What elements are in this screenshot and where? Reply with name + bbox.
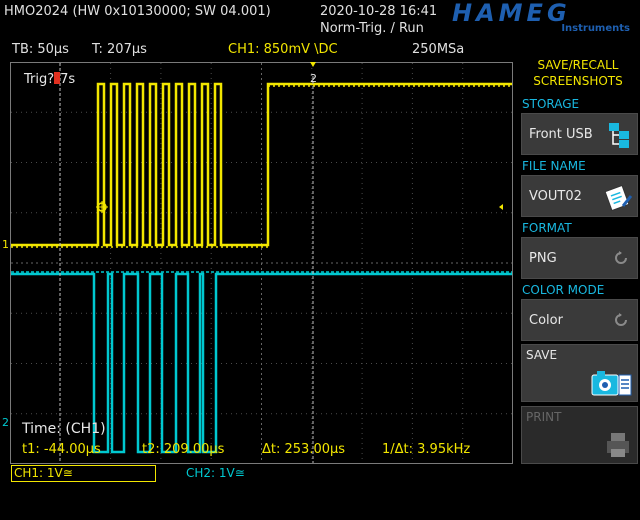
sample-rate: 250MSa <box>412 42 465 57</box>
format-label: FORMAT <box>522 221 572 235</box>
ch1-setting[interactable]: CH1: 850mV \DC <box>228 42 338 57</box>
colormode-value: Color <box>529 313 563 328</box>
cursor-inv-dt: 1/Δt: 3.95kHz <box>382 442 471 457</box>
scope-screen[interactable] <box>10 62 513 464</box>
filename-label: FILE NAME <box>522 159 586 173</box>
trig-label: Trig? <box>24 72 55 87</box>
ch2-box[interactable]: CH2: 1V≅ <box>186 466 245 480</box>
time-label: Time: (CH1) <box>22 421 106 437</box>
camera-save-icon <box>591 371 632 396</box>
device-info: HMO2024 (HW 0x10130000; SW 04.001) <box>4 4 271 19</box>
ch2-marker[interactable]: 2 <box>2 416 9 429</box>
timebase[interactable]: TB: 50µs <box>12 42 69 57</box>
cursor-t2: t2: 209.00µs <box>142 442 225 457</box>
ch1-marker[interactable]: 1 <box>2 238 9 251</box>
format-value: PNG <box>529 251 557 266</box>
colormode-label: COLOR MODE <box>522 283 605 297</box>
menu-title-line1: SAVE/RECALL <box>537 58 619 72</box>
storage-button[interactable]: Front USB <box>521 113 638 155</box>
printer-icon <box>607 433 629 457</box>
cursor-dt: Δt: 253.00µs <box>262 442 346 457</box>
trigger-time[interactable]: T: 207µs <box>92 42 147 57</box>
trig-value: 7s <box>60 72 76 87</box>
cursor2-label: 2 <box>310 72 317 85</box>
filename-value: VOUT02 <box>529 189 582 204</box>
print-button[interactable]: PRINT <box>521 406 638 464</box>
storage-value: Front USB <box>529 127 593 142</box>
edit-file-icon <box>605 184 633 212</box>
ch1-box[interactable]: CH1: 1V≅ <box>11 465 156 482</box>
colormode-button[interactable]: Color <box>521 299 638 341</box>
trigger-status: Norm-Trig. / Run <box>320 21 424 36</box>
datetime: 2020-10-28 16:41 <box>320 4 438 19</box>
storage-label: STORAGE <box>522 97 580 111</box>
rotate-icon <box>615 251 627 264</box>
menu-title: SAVE/RECALL SCREENSHOTS <box>518 58 638 88</box>
brand-sub: Instruments <box>561 23 630 34</box>
format-button[interactable]: PNG <box>521 237 638 279</box>
filename-button[interactable]: VOUT02 <box>521 175 638 217</box>
print-label: PRINT <box>526 410 562 424</box>
rotate-icon <box>615 313 627 326</box>
hameg-logo: HAMEG Instruments <box>452 1 636 35</box>
save-button[interactable]: SAVE <box>521 344 638 402</box>
cursor-t1: t1: -44.00µs <box>22 442 101 457</box>
trig-readout: Trig? 7s <box>24 72 75 87</box>
usb-folder-icon <box>609 123 629 148</box>
brand-name: HAMEG <box>452 0 571 27</box>
menu-title-line2: SCREENSHOTS <box>533 74 623 88</box>
save-label: SAVE <box>526 348 558 362</box>
ch1-box-label: CH1: 1V≅ <box>14 466 73 480</box>
